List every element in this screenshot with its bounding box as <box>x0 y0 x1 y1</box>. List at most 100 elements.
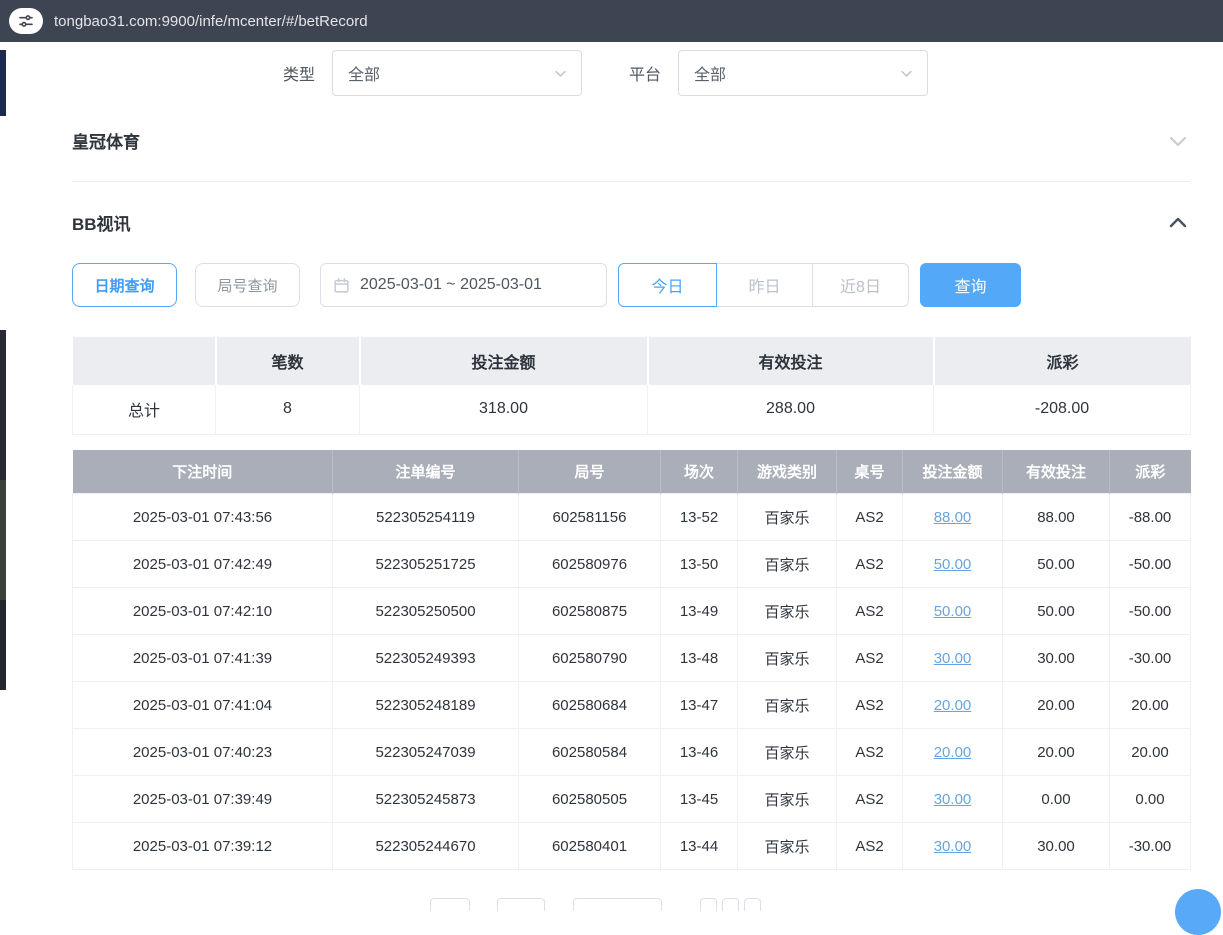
bet-time-cell: 2025-03-01 07:40:23 <box>73 729 333 776</box>
bet-amount-cell: 30.00 <box>903 776 1003 823</box>
site-settings-button[interactable] <box>9 8 43 34</box>
header-round-number: 局号 <box>519 450 661 494</box>
summary-total-row: 总计 8 318.00 288.00 -208.00 <box>73 385 1191 434</box>
pagination-prev-button[interactable] <box>430 898 470 911</box>
table-number-cell: AS2 <box>837 823 903 870</box>
table-number-cell: AS2 <box>837 494 903 541</box>
site-settings-tune-icon <box>18 13 34 29</box>
bet-number-cell: 522305249393 <box>333 635 519 682</box>
round-number-cell: 602580684 <box>519 682 661 729</box>
valid-bet-cell: 50.00 <box>1003 588 1110 635</box>
game-type-cell: 百家乐 <box>738 541 837 588</box>
bet-time-cell: 2025-03-01 07:39:12 <box>73 823 333 870</box>
date-range-value: 2025-03-01 ~ 2025-03-01 <box>360 276 542 294</box>
section-crown-sports[interactable]: 皇冠体育 <box>72 128 1190 153</box>
round-number-cell: 602580584 <box>519 729 661 776</box>
pagination-size-select[interactable] <box>573 898 662 911</box>
valid-bet-cell: 88.00 <box>1003 494 1110 541</box>
round-query-button[interactable]: 局号查询 <box>195 263 300 307</box>
bet-time-cell: 2025-03-01 07:39:49 <box>73 776 333 823</box>
round-number-cell: 602580505 <box>519 776 661 823</box>
session-cell: 13-44 <box>661 823 738 870</box>
valid-bet-cell: 20.00 <box>1003 729 1110 776</box>
summary-header-bet-amount: 投注金额 <box>360 337 648 385</box>
date-query-button[interactable]: 日期查询 <box>72 263 177 307</box>
game-type-cell: 百家乐 <box>738 588 837 635</box>
bet-amount-cell: 20.00 <box>903 729 1003 776</box>
payout-cell: -30.00 <box>1110 635 1191 682</box>
calendar-icon <box>333 277 350 294</box>
valid-bet-cell: 30.00 <box>1003 635 1110 682</box>
url-text[interactable]: tongbao31.com:9900/infe/mcenter/#/betRec… <box>54 13 368 30</box>
background-window-sliver <box>0 330 6 480</box>
section-crown-sports-title: 皇冠体育 <box>72 128 140 153</box>
bet-record-row: 2025-03-01 07:42:49 522305251725 6025809… <box>73 541 1191 588</box>
pagination-page-button[interactable] <box>497 898 545 911</box>
query-toolbar: 日期查询 局号查询 2025-03-01 ~ 2025-03-01 今日 昨日 … <box>72 263 1223 307</box>
round-number-cell: 602580875 <box>519 588 661 635</box>
background-window-sliver <box>0 42 6 911</box>
summary-header-valid-bet: 有效投注 <box>648 337 934 385</box>
platform-select[interactable]: 全部 <box>678 50 928 96</box>
payout-cell: -30.00 <box>1110 823 1191 870</box>
payout-cell: 20.00 <box>1110 682 1191 729</box>
table-number-cell: AS2 <box>837 682 903 729</box>
bet-amount-link[interactable]: 30.00 <box>934 838 972 855</box>
round-number-cell: 602580401 <box>519 823 661 870</box>
today-button[interactable]: 今日 <box>618 263 717 307</box>
chevron-up-icon[interactable] <box>1166 211 1190 235</box>
game-type-cell: 百家乐 <box>738 776 837 823</box>
last-8-days-button[interactable]: 近8日 <box>812 263 909 307</box>
yesterday-button[interactable]: 昨日 <box>716 263 813 307</box>
type-select[interactable]: 全部 <box>332 50 582 96</box>
game-type-cell: 百家乐 <box>738 823 837 870</box>
session-cell: 13-50 <box>661 541 738 588</box>
bet-amount-link[interactable]: 50.00 <box>934 603 972 620</box>
summary-header-payout: 派彩 <box>934 337 1191 385</box>
detail-header-row: 下注时间 注单编号 局号 场次 游戏类别 桌号 投注金额 有效投注 派彩 <box>73 450 1191 494</box>
bet-time-cell: 2025-03-01 07:41:04 <box>73 682 333 729</box>
background-window-sliver <box>0 600 6 690</box>
bet-amount-link[interactable]: 20.00 <box>934 697 972 714</box>
session-cell: 13-45 <box>661 776 738 823</box>
platform-filter-label: 平台 <box>629 61 661 85</box>
pagination-mini-button-1[interactable] <box>700 898 717 911</box>
valid-bet-cell: 0.00 <box>1003 776 1110 823</box>
background-window-sliver <box>0 480 6 600</box>
round-number-cell: 602580790 <box>519 635 661 682</box>
bet-amount-link[interactable]: 30.00 <box>934 650 972 667</box>
caret-down-icon <box>553 66 568 81</box>
date-range-input[interactable]: 2025-03-01 ~ 2025-03-01 <box>320 263 607 307</box>
bet-time-cell: 2025-03-01 07:41:39 <box>73 635 333 682</box>
floating-action-button[interactable] <box>1175 889 1221 935</box>
game-type-cell: 百家乐 <box>738 635 837 682</box>
bet-record-row: 2025-03-01 07:43:56 522305254119 6025811… <box>73 494 1191 541</box>
filter-row: 类型 全部 平台 全部 <box>283 50 1223 96</box>
header-bet-time: 下注时间 <box>73 450 333 494</box>
chevron-down-icon[interactable] <box>1166 129 1190 153</box>
type-select-value: 全部 <box>348 61 380 85</box>
section-divider <box>72 181 1190 182</box>
section-bb-video[interactable]: BB视讯 <box>72 210 1190 235</box>
header-session: 场次 <box>661 450 738 494</box>
bet-amount-link[interactable]: 50.00 <box>934 556 972 573</box>
summary-total-label: 总计 <box>73 385 216 434</box>
bet-record-page: 类型 全部 平台 全部 皇冠体育 BB视讯 日期查询 局号查询 <box>0 42 1223 911</box>
table-number-cell: AS2 <box>837 588 903 635</box>
bet-amount-link[interactable]: 30.00 <box>934 791 972 808</box>
payout-cell: -88.00 <box>1110 494 1191 541</box>
bet-record-table: 下注时间 注单编号 局号 场次 游戏类别 桌号 投注金额 有效投注 派彩 202… <box>72 450 1191 871</box>
summary-valid-bet-value: 288.00 <box>648 385 934 434</box>
bet-record-row: 2025-03-01 07:39:49 522305245873 6025805… <box>73 776 1191 823</box>
session-cell: 13-49 <box>661 588 738 635</box>
bet-record-row: 2025-03-01 07:39:12 522305244670 6025804… <box>73 823 1191 870</box>
bet-amount-link[interactable]: 88.00 <box>934 509 972 526</box>
pagination-mini-button-3[interactable] <box>744 898 761 911</box>
header-valid-bet: 有效投注 <box>1003 450 1110 494</box>
browser-address-bar: tongbao31.com:9900/infe/mcenter/#/betRec… <box>0 0 1223 42</box>
pagination-mini-button-2[interactable] <box>722 898 739 911</box>
header-bet-number: 注单编号 <box>333 450 519 494</box>
search-button[interactable]: 查询 <box>920 263 1021 307</box>
bet-amount-link[interactable]: 20.00 <box>934 744 972 761</box>
bet-number-cell: 522305244670 <box>333 823 519 870</box>
